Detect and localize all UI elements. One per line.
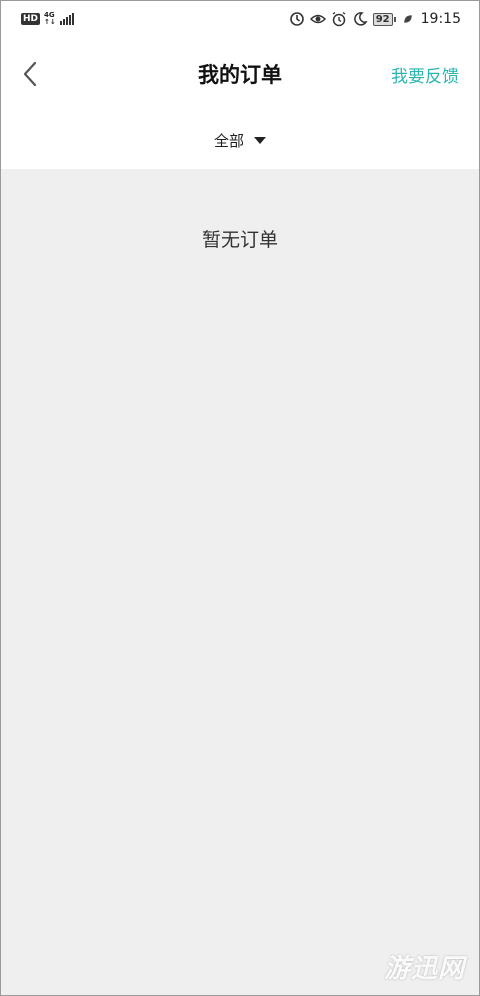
back-button[interactable] (15, 57, 45, 91)
network-arrows: ↑↓ (44, 18, 56, 26)
moon-icon (353, 12, 368, 26)
order-list-area: 暂无订单 游迅网 (1, 169, 479, 995)
status-bar: HD 4G ↑↓ 92 19:15 (1, 1, 479, 37)
leaf-icon (403, 15, 412, 23)
caret-down-icon (254, 136, 266, 144)
hd-badge: HD (21, 13, 41, 25)
status-time: 19:15 (420, 11, 461, 27)
alarm-icon (332, 11, 346, 27)
nav-bar: 我的订单 我要反馈 (1, 37, 479, 111)
chevron-left-icon (23, 61, 37, 87)
filter-selected-label: 全部 (213, 131, 244, 150)
status-right: 92 19:15 (289, 11, 461, 27)
empty-state-message: 暂无订单 (201, 229, 278, 251)
signal-icon (59, 13, 74, 25)
page-title: 我的订单 (198, 63, 282, 87)
sync-icon (289, 12, 304, 26)
feedback-button[interactable]: 我要反馈 (391, 62, 459, 87)
battery-icon: 92 (372, 12, 396, 26)
status-left: HD 4G ↑↓ (21, 12, 74, 26)
network-type: 4G ↑↓ (44, 12, 56, 26)
watermark-logo: 游迅网 (383, 954, 465, 984)
filter-bar: 全部 (1, 111, 479, 169)
eye-comfort-icon (309, 14, 326, 24)
order-filter-dropdown[interactable]: 全部 (214, 130, 266, 151)
